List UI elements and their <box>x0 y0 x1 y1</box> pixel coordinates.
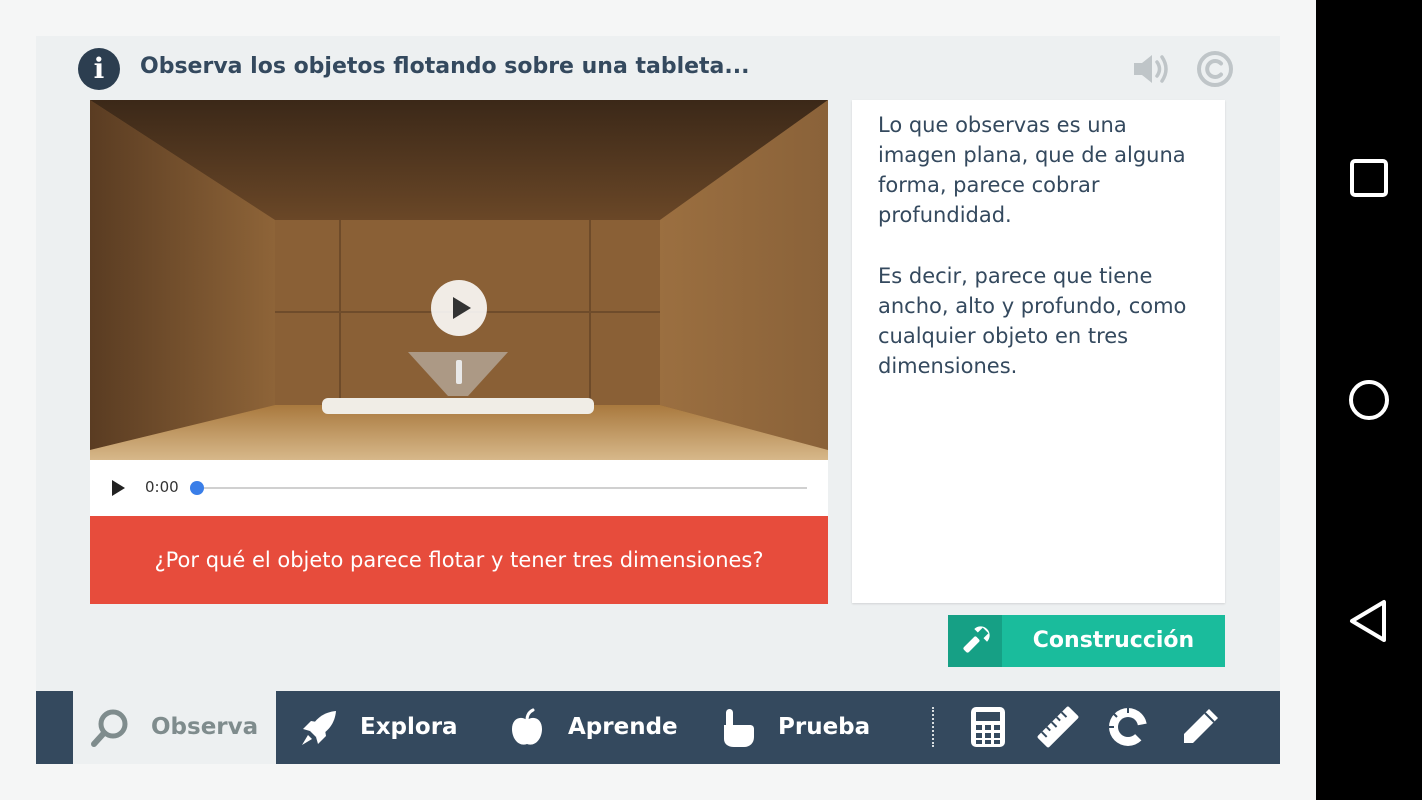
explanation-paragraph-2: Es decir, parece que tiene ancho, alto y… <box>878 264 1187 378</box>
explanation-panel: Lo que observas es una imagen plana, que… <box>852 100 1225 603</box>
calculator-icon[interactable] <box>966 705 1010 749</box>
video-time: 0:00 <box>145 478 179 496</box>
rocket-icon <box>302 711 336 745</box>
pointing-hand-icon <box>724 709 754 747</box>
tab-observa-label: Observa <box>151 714 259 740</box>
tab-explora-label: Explora <box>360 714 458 740</box>
bottom-nav-bar: Observa Explora Aprende Prueba <box>36 691 1280 764</box>
app-window: i Observa los objetos flotando sobre una… <box>36 36 1280 764</box>
play-overlay-button[interactable] <box>431 280 487 336</box>
magnifier-icon <box>91 709 128 747</box>
toolbar-divider <box>932 707 934 747</box>
speaker-icon[interactable] <box>1132 52 1172 86</box>
tab-aprende[interactable]: Aprende <box>500 691 690 764</box>
construction-button[interactable]: Construcción <box>948 615 1225 667</box>
ruler-icon[interactable] <box>1036 705 1080 749</box>
home-button[interactable] <box>1346 377 1392 423</box>
play-icon[interactable] <box>112 480 125 496</box>
video-player[interactable]: 0:00 <box>90 100 828 516</box>
video-progress-track[interactable] <box>197 487 807 489</box>
tab-aprende-label: Aprende <box>568 714 678 740</box>
protractor-icon[interactable] <box>1106 705 1150 749</box>
tab-prueba-label: Prueba <box>778 714 871 740</box>
explanation-paragraph-1: Lo que observas es una imagen plana, que… <box>878 113 1186 227</box>
pencil-icon[interactable] <box>1178 705 1222 749</box>
tab-explora[interactable]: Explora <box>288 691 468 764</box>
page-title: Observa los objetos flotando sobre una t… <box>140 54 750 79</box>
recents-button[interactable] <box>1346 155 1392 201</box>
copyright-icon[interactable] <box>1196 50 1234 88</box>
header-bar: i Observa los objetos flotando sobre una… <box>36 36 1280 100</box>
question-banner: ¿Por qué el objeto parece flotar y tener… <box>90 516 828 604</box>
construction-button-label: Construcción <box>1032 628 1195 653</box>
info-icon[interactable]: i <box>78 48 120 90</box>
apple-icon <box>512 708 542 745</box>
video-progress-thumb[interactable] <box>190 481 204 495</box>
tab-observa[interactable]: Observa <box>73 691 276 764</box>
wrench-icon <box>948 615 1002 667</box>
tab-prueba[interactable]: Prueba <box>712 691 892 764</box>
android-nav-bar <box>1316 0 1422 800</box>
back-button[interactable] <box>1346 598 1392 644</box>
video-controls: 0:00 <box>90 460 828 516</box>
